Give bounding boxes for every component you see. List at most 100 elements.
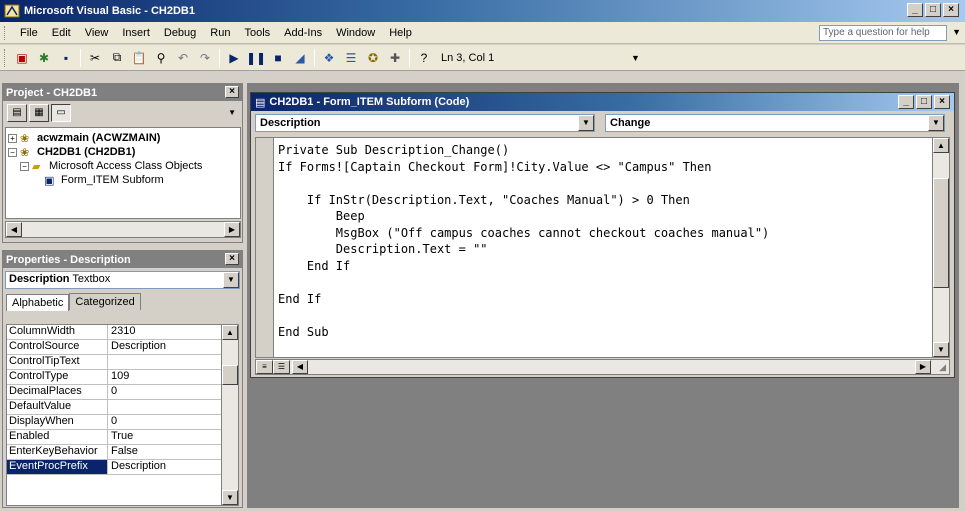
scroll-right-icon[interactable]: ▶ [915,360,931,374]
procedure-dropdown[interactable]: Change ▼ [605,114,945,132]
toolbar-grip[interactable] [4,48,7,67]
scroll-thumb[interactable] [222,365,238,385]
copy-icon[interactable]: ⧉ [107,48,127,68]
property-value[interactable]: False [108,445,206,459]
property-row[interactable]: Enabled True [7,430,238,445]
object-selector[interactable]: Description Textbox ▼ [5,271,240,289]
tab-categorized[interactable]: Categorized [69,293,141,310]
scroll-right-icon[interactable]: ▶ [224,222,240,237]
scroll-down-icon[interactable]: ▼ [222,490,238,505]
help-icon[interactable]: ? [414,48,434,68]
code-window-title-bar[interactable]: ▤ CH2DB1 - Form_ITEM Subform (Code) _ □ … [251,93,954,111]
property-row[interactable]: EnterKeyBehavior False [7,445,238,460]
help-dropdown-icon[interactable]: ▼ [952,27,961,37]
code-close-button[interactable]: × [934,95,950,109]
redo-icon[interactable]: ↷ [195,48,215,68]
code-horizontal-scrollbar[interactable]: ≡ ☰ ◀ ▶ ◢ [255,359,950,375]
property-value[interactable]: True [108,430,206,444]
code-minimize-button[interactable]: _ [898,95,914,109]
view-object-icon[interactable]: ▦ [29,104,49,122]
menu-insert[interactable]: Insert [115,27,157,39]
properties-vertical-scrollbar[interactable]: ▲ ▼ [221,325,238,505]
full-module-view-icon[interactable]: ☰ [273,360,290,374]
scroll-up-icon[interactable]: ▲ [933,138,949,153]
object-dropdown[interactable]: Description ▼ [255,114,595,132]
close-button[interactable]: × [943,3,959,17]
project-explorer-icon[interactable]: ❖ [319,48,339,68]
toolbox-icon[interactable]: ✚ [385,48,405,68]
property-value[interactable] [108,400,206,414]
tree-item-form-item-subform[interactable]: ▣ Form_ITEM Subform [8,173,238,187]
expand-icon[interactable]: + [8,133,17,143]
property-value[interactable]: 109 [108,370,206,384]
collapse-icon[interactable]: − [8,147,17,157]
tree-item-acwzmain[interactable]: + ❀ acwzmain (ACWZMAIN) [8,131,238,145]
chevron-down-icon[interactable]: ▼ [223,272,239,288]
property-row[interactable]: ColumnWidth 2310 [7,325,238,340]
collapse-icon[interactable]: − [20,161,29,171]
menu-add-ins[interactable]: Add-Ins [277,27,329,39]
break-icon[interactable]: ❚❚ [246,48,266,68]
paste-icon[interactable]: 📋 [129,48,149,68]
menu-window[interactable]: Window [329,27,382,39]
reset-icon[interactable]: ■ [268,48,288,68]
cut-icon[interactable]: ✂ [85,48,105,68]
menu-debug[interactable]: Debug [157,27,203,39]
scroll-thumb[interactable] [933,178,949,288]
code-margin-indicator-bar[interactable] [256,138,274,357]
code-editor[interactable]: Private Sub Description_Change() If Forms… [255,137,950,358]
chevron-down-icon[interactable]: ▼ [578,115,594,131]
view-code-icon[interactable]: ▤ [7,104,27,122]
design-mode-icon[interactable]: ◢ [290,48,310,68]
menu-run[interactable]: Run [203,27,237,39]
property-value[interactable]: 0 [108,415,206,429]
property-row[interactable]: ControlTipText [7,355,238,370]
scroll-up-icon[interactable]: ▲ [222,325,238,340]
menu-tools[interactable]: Tools [237,27,277,39]
menu-edit[interactable]: Edit [45,27,78,39]
toolbar-options-icon[interactable]: ▼ [631,53,640,63]
help-search-input[interactable]: Type a question for help [819,25,947,41]
code-text[interactable]: Private Sub Description_Change() If Forms… [278,142,769,340]
scroll-left-icon[interactable]: ◀ [6,222,22,237]
property-row[interactable]: DisplayWhen 0 [7,415,238,430]
scroll-down-icon[interactable]: ▼ [933,342,949,357]
property-value[interactable]: 2310 [108,325,206,339]
menu-file[interactable]: File [13,27,45,39]
maximize-button[interactable]: □ [925,3,941,17]
menu-view[interactable]: View [78,27,116,39]
project-dropdown-icon[interactable]: ▼ [228,108,236,117]
toggle-folders-icon[interactable]: ▭ [51,104,71,122]
insert-module-icon[interactable]: ✱ [34,48,54,68]
save-icon[interactable]: ▪ [56,48,76,68]
property-value[interactable]: Description [108,460,206,474]
menu-help[interactable]: Help [382,27,419,39]
code-vertical-scrollbar[interactable]: ▲ ▼ [932,138,949,357]
chevron-down-icon[interactable]: ▼ [928,115,944,131]
find-icon[interactable]: ⚲ [151,48,171,68]
tab-alphabetic[interactable]: Alphabetic [6,294,70,311]
properties-close-button[interactable]: × [225,253,239,265]
property-value[interactable]: Description [108,340,206,354]
tree-item-class-objects[interactable]: − ▰ Microsoft Access Class Objects [8,159,238,173]
minimize-button[interactable]: _ [907,3,923,17]
procedure-view-icon[interactable]: ≡ [256,360,273,374]
property-row[interactable]: ControlSource Description [7,340,238,355]
properties-window-icon[interactable]: ☰ [341,48,361,68]
property-row[interactable]: DefaultValue [7,400,238,415]
property-value[interactable]: 0 [108,385,206,399]
undo-icon[interactable]: ↶ [173,48,193,68]
run-icon[interactable]: ▶ [224,48,244,68]
project-horizontal-scrollbar[interactable]: ◀ ▶ [5,221,241,238]
scroll-left-icon[interactable]: ◀ [292,360,308,374]
property-row-selected[interactable]: EventProcPrefix Description [7,460,238,475]
property-row[interactable]: DecimalPlaces 0 [7,385,238,400]
menu-grip[interactable] [4,25,7,40]
code-maximize-button[interactable]: □ [916,95,932,109]
resize-grip-icon[interactable]: ◢ [939,362,946,373]
tree-item-ch2db1[interactable]: − ❀ CH2DB1 (CH2DB1) [8,145,238,159]
object-browser-icon[interactable]: ✪ [363,48,383,68]
property-row[interactable]: ControlType 109 [7,370,238,385]
property-value[interactable] [108,355,206,369]
project-close-button[interactable]: × [225,86,239,98]
